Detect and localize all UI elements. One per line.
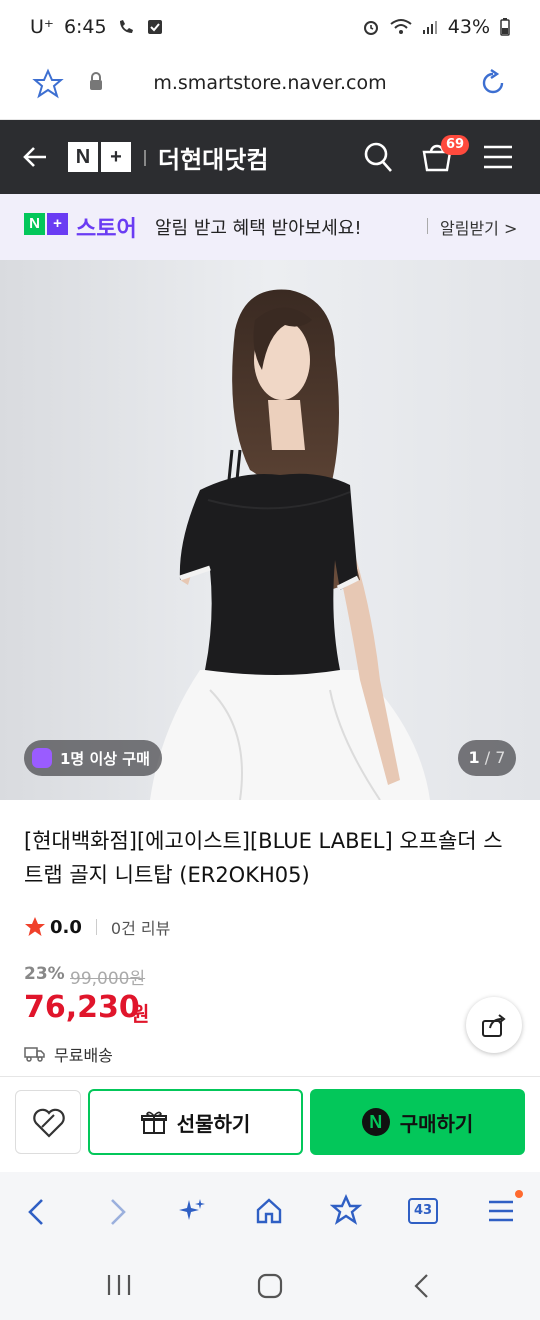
- system-navigation-bar: [0, 1252, 540, 1320]
- bookmarks-star-icon[interactable]: [330, 1194, 362, 1226]
- shopping-bag-icon: [32, 748, 52, 768]
- tabs-count-button[interactable]: 43: [408, 1198, 438, 1224]
- battery-percent: 43%: [447, 16, 490, 38]
- naver-plus-logo[interactable]: N +: [68, 142, 131, 172]
- buy-button[interactable]: N 구매하기: [310, 1089, 525, 1155]
- back-arrow-icon[interactable]: [20, 142, 50, 172]
- notification-subscribe-link[interactable]: 알림받기 >: [440, 215, 517, 239]
- discount-rate: 23%: [24, 964, 65, 984]
- rating-row[interactable]: 0.0 0건 리뷰: [24, 915, 170, 939]
- naver-pay-icon: N: [361, 1108, 390, 1136]
- browser-back-icon[interactable]: [24, 1196, 50, 1228]
- product-photo: [0, 260, 540, 800]
- home-button-icon[interactable]: [256, 1272, 284, 1300]
- menu-icon[interactable]: [482, 144, 514, 170]
- logo-n-green: N: [24, 213, 45, 235]
- alarm-icon: [363, 21, 378, 35]
- product-title: [현대백화점][에고이스트][BLUE LABEL] 오프숄더 스트랩 골지 니…: [24, 829, 503, 887]
- heart-icon: [33, 1108, 65, 1138]
- store-header: N + 더현대닷컴: [0, 120, 540, 194]
- carrier-label: U⁺: [30, 16, 54, 38]
- wishlist-button[interactable]: [15, 1090, 81, 1154]
- naver-plus-store-logo: N +: [24, 213, 68, 235]
- star-icon: [25, 917, 45, 936]
- logo-plus: +: [101, 142, 131, 172]
- product-image[interactable]: [0, 260, 540, 800]
- promo-brand: 스토어: [76, 217, 137, 242]
- rating-divider: [95, 919, 97, 935]
- wifi-icon: [390, 19, 412, 34]
- pager-current: 1: [468, 748, 480, 767]
- review-count[interactable]: 0건 리뷰: [111, 915, 170, 939]
- logo-plus-purple: +: [47, 213, 68, 235]
- store-name[interactable]: 더현대닷컴: [158, 140, 268, 175]
- gift-icon: [140, 1111, 167, 1134]
- browser-forward-icon[interactable]: [104, 1196, 130, 1228]
- notification-dot: [515, 1190, 523, 1198]
- gift-button[interactable]: 선물하기: [88, 1089, 303, 1155]
- signal-icon: [422, 21, 437, 34]
- reload-icon[interactable]: [478, 68, 508, 98]
- clock: 6:45: [63, 16, 107, 38]
- check-box-icon: [147, 20, 162, 34]
- call-icon: [119, 20, 133, 33]
- sale-price: 76,230: [24, 990, 140, 1025]
- search-icon[interactable]: [362, 140, 394, 174]
- original-price: 99,000원: [70, 969, 146, 989]
- buy-label: 구매하기: [399, 1111, 474, 1136]
- pager-total: / 7: [484, 748, 506, 767]
- shipping-text: 무료배송: [54, 1046, 113, 1065]
- url-text[interactable]: m.smartstore.naver.com: [0, 72, 540, 94]
- promo-banner[interactable]: N + 스토어 알림 받고 혜택 받아보세요! 알림받기 >: [0, 194, 540, 260]
- rating-value: 0.0: [50, 916, 82, 938]
- gift-label: 선물하기: [176, 1111, 251, 1136]
- divider: [144, 150, 146, 166]
- recent-apps-icon[interactable]: [104, 1272, 134, 1298]
- truck-icon: [24, 1047, 45, 1062]
- sparkle-icon[interactable]: [178, 1196, 208, 1226]
- promo-message: 알림 받고 혜택 받아보세요!: [155, 218, 362, 239]
- currency-unit: 원: [131, 1002, 150, 1026]
- share-button[interactable]: [466, 997, 522, 1053]
- browser-menu-icon[interactable]: [486, 1196, 516, 1226]
- url-bar: m.smartstore.naver.com: [0, 58, 540, 120]
- system-back-icon[interactable]: [410, 1272, 434, 1300]
- shipping-info: 무료배송: [24, 1042, 113, 1066]
- promo-divider: [427, 218, 428, 234]
- share-icon: [482, 1014, 506, 1037]
- image-pager: 1 / 7: [458, 740, 516, 776]
- cart-count-badge: 69: [441, 135, 470, 155]
- badge-text: 1명 이상 구매: [60, 749, 150, 768]
- status-bar: U⁺ 6:45 43%: [0, 0, 540, 58]
- purchase-count-badge: 1명 이상 구매: [24, 740, 162, 776]
- logo-n: N: [68, 142, 98, 172]
- browser-toolbar: 43: [0, 1172, 540, 1252]
- battery-icon: [500, 18, 510, 36]
- home-icon[interactable]: [254, 1196, 284, 1226]
